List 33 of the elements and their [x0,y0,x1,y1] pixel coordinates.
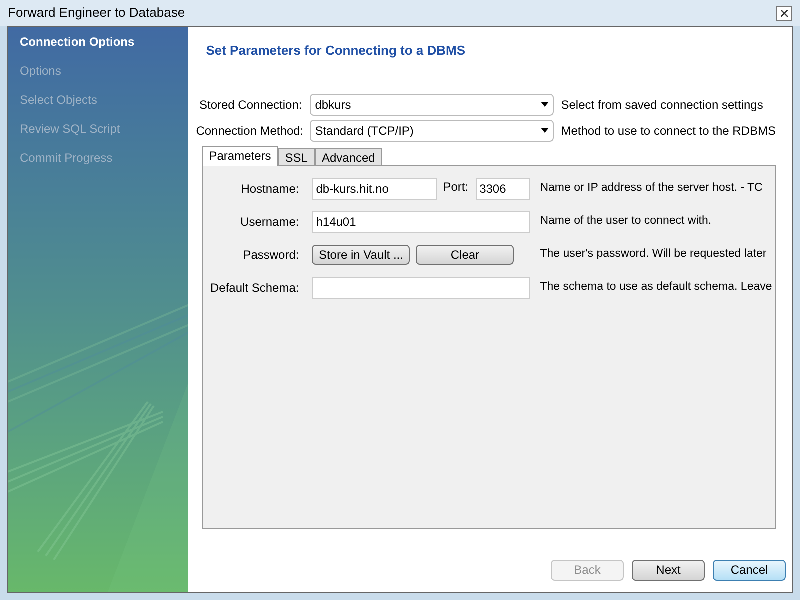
field-label: Connection Method: [196,122,302,140]
field-description: Name of the user to connect with. [540,214,712,229]
button[interactable]: Clear [416,244,514,264]
window-title: Forward Engineer to Database [8,4,186,22]
button[interactable]: Store in Vault ... [312,244,410,264]
field-label: Username: [240,214,300,230]
field-description: Name or IP address of the server host. - TC [540,180,763,196]
field-description: Method to use to connect to the RDBMS [561,122,776,140]
dropdown[interactable]: dbkurs [310,94,554,116]
field-description: The user's password. Will be requested later [540,246,767,262]
input-field[interactable]: 3306 [476,178,530,200]
input-field[interactable]: h14u01 [312,210,530,232]
close-button[interactable] [776,6,792,20]
button[interactable]: Next [632,560,705,580]
tab[interactable]: Advanced [314,148,382,164]
button[interactable]: Cancel [713,560,786,580]
dropdown[interactable]: Standard (TCP/IP) [310,120,554,142]
dropdown-arrow-icon [541,128,550,133]
page-heading: Set Parameters for Connecting to a DBMS [206,42,467,60]
tab[interactable]: Parameters [202,146,278,166]
field-label: Default Schema: [210,280,300,296]
field-label: Stored Connection: [198,96,302,114]
input-field[interactable] [312,276,530,298]
tab[interactable]: SSL [278,148,315,164]
field-label: Hostname: [240,180,300,198]
field-description: The schema to use as default schema. Leave [540,280,772,295]
field-description: Select from saved connection settings [561,96,764,114]
field-label: Port: [443,178,469,196]
input-field[interactable]: db-kurs.hit.no [312,178,438,200]
close-icon [780,10,788,16]
field-label: Password: [242,246,300,264]
dropdown-arrow-icon [541,102,550,107]
sidebar-item[interactable]: Connection Options [20,33,176,51]
